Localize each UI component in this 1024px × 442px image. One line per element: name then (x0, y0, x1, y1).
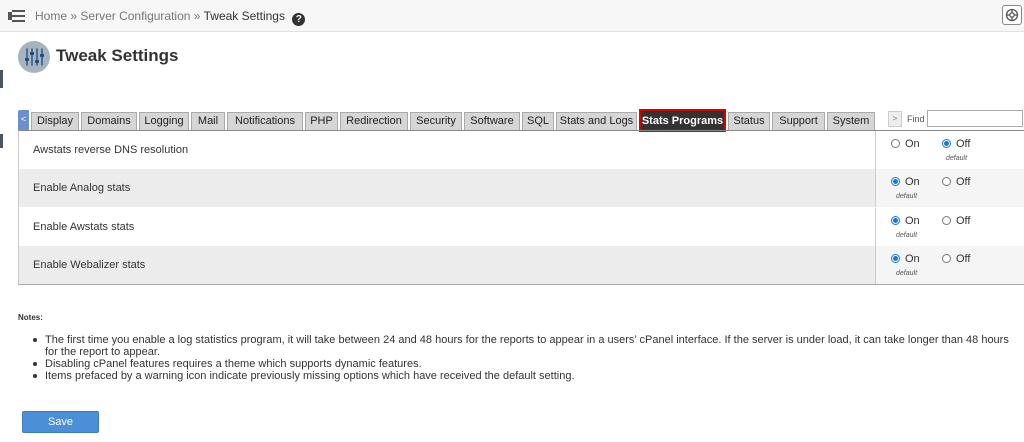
setting-row: Enable Analog stats On Off default (19, 169, 1024, 207)
notes-title: Notes: (18, 313, 43, 322)
radio-off[interactable]: Off (942, 176, 970, 188)
help-icon[interactable]: ? (292, 13, 306, 26)
breadcrumb-separator: » (70, 9, 78, 23)
settings-table: Awstats reverse DNS resolution On Off de… (18, 130, 1024, 285)
tab-redirection[interactable]: Redirection (340, 112, 408, 130)
setting-options: On Off default (875, 169, 1024, 207)
find-input[interactable] (927, 110, 1023, 127)
breadcrumb-server-configuration[interactable]: Server Configuration (80, 9, 190, 23)
tab-status[interactable]: Status (728, 112, 770, 130)
tab-mail[interactable]: Mail (191, 112, 225, 130)
save-button[interactable]: Save (22, 411, 99, 433)
sidebar-edge-mark (0, 70, 3, 88)
tab-stats-and-logs[interactable]: Stats and Logs (556, 112, 637, 130)
setting-row: Enable Webalizer stats On Off default (19, 246, 1024, 284)
breadcrumb-home[interactable]: Home (35, 9, 67, 23)
default-tag: default (896, 193, 918, 200)
radio-on[interactable]: On (891, 176, 920, 188)
tab-system[interactable]: System (827, 112, 875, 130)
note-item: Disabling cPanel features requires a the… (32, 358, 1022, 370)
setting-options: On Off default (875, 208, 1024, 246)
tab-support[interactable]: Support (772, 112, 825, 130)
breadcrumb-separator: » (193, 9, 201, 23)
notes-list: The first time you enable a log statisti… (32, 334, 1022, 382)
tab-domains[interactable]: Domains (81, 112, 137, 130)
tab-notifications[interactable]: Notifications (227, 112, 303, 130)
setting-label: Enable Awstats stats (33, 221, 135, 233)
sidebar-edge-mark (0, 134, 3, 148)
breadcrumb-current: Tweak Settings (203, 9, 285, 23)
default-tag: default (946, 155, 968, 162)
setting-label: Awstats reverse DNS resolution (33, 144, 189, 156)
top-bar: Home » Server Configuration » Tweak Sett… (0, 0, 1024, 32)
radio-on[interactable]: On (891, 215, 920, 227)
setting-row: Enable Awstats stats On Off default (19, 208, 1024, 246)
radio-off[interactable]: Off (942, 215, 970, 227)
note-item: Items prefaced by a warning icon indicat… (32, 370, 1022, 382)
radio-off[interactable]: Off (942, 253, 970, 265)
setting-label: Enable Analog stats (33, 182, 131, 194)
setting-options: On Off default (875, 246, 1024, 284)
default-tag: default (896, 270, 918, 277)
tab-scroll-left-button[interactable]: < (18, 110, 29, 130)
globe-icon[interactable] (1002, 5, 1022, 25)
tab-sql[interactable]: SQL (522, 112, 554, 130)
tab-stats-programs[interactable]: Stats Programs (639, 109, 726, 132)
tab-security[interactable]: Security (410, 112, 462, 130)
breadcrumb: Home » Server Configuration » Tweak Sett… (35, 9, 306, 26)
setting-label: Enable Webalizer stats (33, 259, 146, 271)
tab-software[interactable]: Software (464, 112, 520, 130)
tab-display[interactable]: Display (31, 112, 79, 130)
tab-logging[interactable]: Logging (139, 112, 189, 130)
default-tag: default (896, 232, 918, 239)
find-label: Find (907, 114, 925, 124)
tab-php[interactable]: PHP (305, 112, 338, 130)
setting-options: On Off default (875, 131, 1024, 169)
setting-row: Awstats reverse DNS resolution On Off de… (19, 131, 1024, 169)
page-title: Tweak Settings (56, 46, 179, 65)
tab-scroll-right-button[interactable]: > (888, 111, 902, 127)
radio-off[interactable]: Off (942, 138, 970, 150)
radio-on[interactable]: On (891, 138, 920, 150)
radio-on[interactable]: On (891, 253, 920, 265)
menu-toggle-icon[interactable] (8, 8, 26, 24)
note-item: The first time you enable a log statisti… (32, 334, 1022, 358)
tweak-settings-icon (18, 41, 50, 73)
